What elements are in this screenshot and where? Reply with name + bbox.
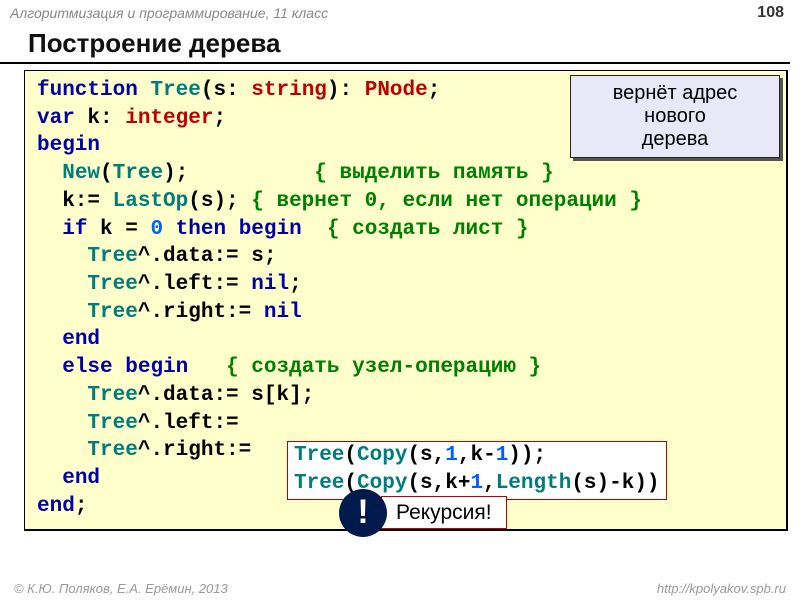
code-block: вернёт адрес нового дерева function Tree… (24, 70, 788, 531)
id-tree: Tree (294, 444, 344, 467)
kw-function: function (37, 79, 138, 102)
kw-if: if (62, 218, 87, 241)
ty-pnode: PNode (365, 79, 428, 102)
callout-line: дерева (579, 128, 771, 151)
num: 0 (150, 218, 163, 241)
txt: (s: (201, 79, 251, 102)
kw-end: end (37, 495, 75, 518)
kw-nil: nil (251, 273, 289, 296)
kw-var: var (37, 107, 75, 130)
course-label: Алгоритмизация и программирование, 11 кл… (10, 5, 328, 21)
txt: ; (213, 107, 226, 130)
header: Алгоритмизация и программирование, 11 кл… (0, 0, 800, 26)
comment: { создать узел-операцию } (226, 356, 541, 379)
id-tree: Tree (87, 301, 137, 324)
id-tree: Tree (87, 245, 137, 268)
page-title: Построение дерева (0, 26, 790, 64)
callout-line: вернёт адрес (579, 82, 771, 105)
kw-begin: begin (125, 356, 188, 379)
id-new: New (62, 162, 100, 185)
ty-int: integer (125, 107, 213, 130)
id-tree: Tree (87, 384, 137, 407)
kw-end: end (62, 328, 100, 351)
kw-else: else (62, 356, 112, 379)
recursion-badge: ! Рекурсия! (339, 489, 507, 537)
footer: © К.Ю. Поляков, Е.А. Ерёмин, 2013 http:/… (0, 581, 800, 596)
kw-begin: begin (37, 134, 100, 157)
kw-nil: nil (264, 301, 302, 324)
txt: ): (327, 79, 365, 102)
page-number: 108 (757, 4, 784, 22)
num: 1 (445, 444, 458, 467)
callout-line: нового (579, 105, 771, 128)
callout-note: вернёт адрес нового дерева (570, 75, 780, 158)
copyright: © К.Ю. Поляков, Е.А. Ерёмин, 2013 (14, 581, 228, 596)
ty-string: string (251, 79, 327, 102)
id-tree: Tree (150, 79, 200, 102)
num: 1 (496, 444, 509, 467)
txt: ; (428, 79, 441, 102)
comment: { создать лист } (327, 218, 529, 241)
exclaim-icon: ! (339, 489, 387, 537)
site-url: http://kpolyakov.spb.ru (657, 581, 786, 596)
id-copy: Copy (357, 444, 407, 467)
id-tree: Tree (113, 162, 163, 185)
id-tree: Tree (87, 439, 137, 462)
id-tree: Tree (87, 273, 137, 296)
txt: k: (75, 107, 125, 130)
id-tree: Tree (87, 412, 137, 435)
id-lastop: LastOp (113, 190, 189, 213)
id-length: Length (496, 472, 572, 495)
kw-end: end (62, 467, 100, 490)
kw-then: then (176, 218, 226, 241)
comment: { вернет 0, если нет операции } (251, 190, 642, 213)
comment: { выделить память } (314, 162, 553, 185)
id-tree: Tree (294, 472, 344, 495)
kw-begin: begin (239, 218, 302, 241)
badge-text: Рекурсия! (381, 496, 507, 530)
